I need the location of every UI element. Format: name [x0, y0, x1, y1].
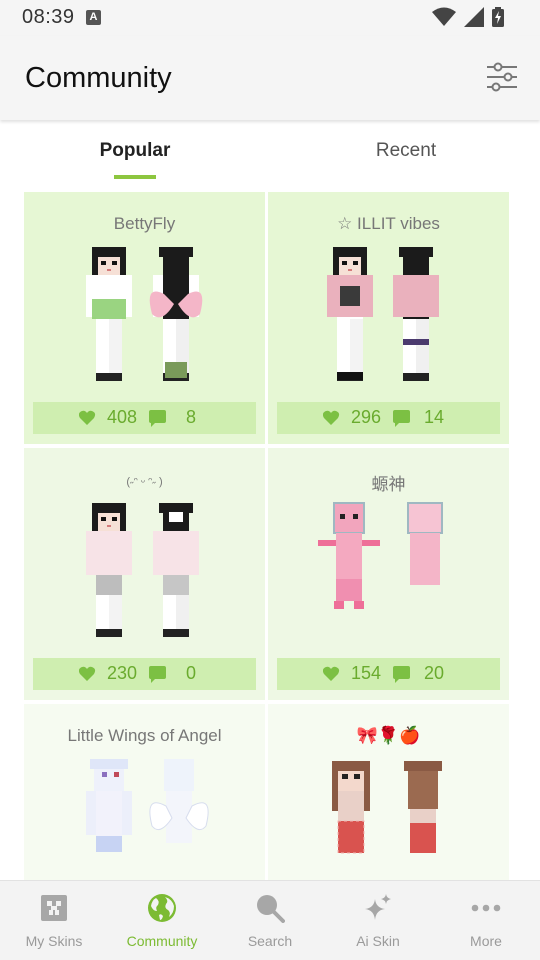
- status-bar: 08:39 A: [0, 0, 540, 36]
- status-time: 08:39: [22, 6, 75, 28]
- skin-grid: BettyFly 408 8 ☆ ILLIT vibes 296 14 (˶ᵔ …: [0, 182, 540, 880]
- nav-label: My Skins: [25, 933, 83, 949]
- tab-bar: Popular Recent: [0, 122, 540, 182]
- like-count: 296: [351, 407, 382, 427]
- skin-card[interactable]: BettyFly 408 8: [24, 192, 265, 444]
- skin-card-title: 螈神: [371, 475, 406, 495]
- skin-preview: [86, 247, 203, 381]
- comment-count: 0: [186, 663, 197, 683]
- comment-icon: [393, 666, 410, 683]
- skin-card[interactable]: 🎀🌹🍎: [268, 704, 509, 880]
- bottom-nav: My Skins Community Search Ai Skin More: [0, 880, 540, 960]
- notification-icon: A: [86, 10, 101, 25]
- tab-recent[interactable]: Recent: [306, 140, 506, 162]
- skin-card-title: 🎀🌹🍎: [356, 726, 421, 746]
- skin-preview: [327, 247, 439, 381]
- nav-search[interactable]: Search: [216, 881, 324, 960]
- nav-ai-skin[interactable]: Ai Skin: [324, 881, 432, 960]
- comment-icon: [149, 666, 166, 683]
- nav-more[interactable]: More: [432, 881, 540, 960]
- nav-community[interactable]: Community: [108, 881, 216, 960]
- comment-icon: [393, 410, 410, 427]
- comment-count: 20: [424, 663, 445, 683]
- skin-preview: [318, 502, 443, 609]
- comment-count: 8: [186, 407, 197, 427]
- heart-icon: [79, 666, 96, 681]
- battery-icon: [492, 7, 504, 27]
- nav-label: Community: [126, 933, 198, 949]
- skin-card[interactable]: (˶ᵔ ᵕ ᵔ˶ ) 230 0: [24, 448, 265, 700]
- skin-card[interactable]: Little Wings of Angel: [24, 704, 265, 880]
- tab-popular[interactable]: Popular: [35, 140, 235, 162]
- skin-card[interactable]: 螈神 154 20: [268, 448, 509, 700]
- signal-icon: [464, 7, 484, 27]
- sparkle-icon: [365, 894, 391, 920]
- stats-bar: 154 20: [277, 658, 500, 690]
- like-count: 154: [351, 663, 382, 683]
- like-count: 408: [107, 407, 138, 427]
- nav-label: Ai Skin: [356, 933, 400, 949]
- app-header: Community: [0, 36, 540, 120]
- stats-bar: 408 8: [33, 402, 256, 434]
- skin-card-title: Little Wings of Angel: [67, 726, 222, 745]
- sliders-icon[interactable]: [486, 60, 518, 94]
- heart-icon: [323, 666, 340, 681]
- globe-icon: [148, 894, 176, 922]
- skin-preview: [332, 761, 442, 854]
- skin-card[interactable]: ☆ ILLIT vibes 296 14: [268, 192, 509, 444]
- comment-icon: [149, 410, 166, 427]
- page-title: Community: [25, 62, 172, 94]
- nav-label: More: [470, 933, 502, 949]
- block-icon: [41, 895, 67, 921]
- skin-preview: [86, 759, 209, 852]
- skin-preview: [86, 503, 199, 637]
- like-count: 230: [107, 663, 138, 683]
- more-dots-icon: [471, 904, 501, 912]
- stats-bar: 230 0: [33, 658, 256, 690]
- search-icon: [257, 895, 285, 923]
- status-icons: [432, 7, 504, 27]
- comment-count: 14: [424, 407, 445, 427]
- skin-card-title: (˶ᵔ ᵕ ᵔ˶ ): [126, 476, 163, 488]
- wifi-icon: [432, 7, 456, 26]
- nav-my-skins[interactable]: My Skins: [0, 881, 108, 960]
- tab-indicator: [114, 175, 156, 179]
- heart-icon: [79, 410, 96, 425]
- heart-icon: [323, 410, 340, 425]
- skin-card-title: ☆ ILLIT vibes: [337, 214, 440, 233]
- nav-label: Search: [247, 933, 293, 949]
- skin-card-title: BettyFly: [113, 214, 176, 233]
- stats-bar: 296 14: [277, 402, 500, 434]
